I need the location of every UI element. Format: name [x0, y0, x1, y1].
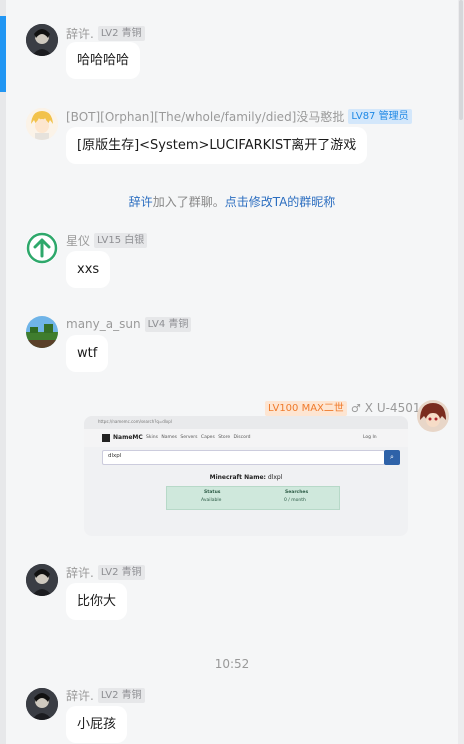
level-badge: LV2 青铜 — [97, 25, 145, 41]
avatar-user-cixu-image — [26, 564, 58, 596]
status-header: Status — [204, 490, 221, 495]
left-edge — [0, 0, 6, 744]
msg7-header: 辞许. LV2 青铜 — [66, 686, 145, 704]
level-badge: LV100 MAX二世 — [265, 400, 347, 416]
site-login: Log In — [363, 435, 377, 440]
message-bubble[interactable]: xxs — [66, 251, 111, 288]
avatar-xingyi-image — [26, 232, 58, 264]
username[interactable]: many_a_sun — [66, 317, 141, 331]
avatar-anime-red-image — [417, 400, 449, 432]
system-join-notice: 辞许加入了群聊。点击修改TA的群昵称 — [0, 193, 464, 210]
avatar-user-cixu-image — [26, 24, 58, 56]
namemc-logo-icon — [102, 434, 110, 442]
avatar-user-cixu[interactable] — [26, 564, 58, 596]
username[interactable]: 辞许. — [66, 25, 94, 42]
level-badge: LV2 青铜 — [97, 564, 145, 580]
result-label: Minecraft Name: — [209, 474, 266, 481]
avatar-user-cixu-image — [26, 688, 58, 720]
status-value: Available — [201, 498, 222, 503]
avatar-minecraft-landscape-image — [26, 316, 58, 348]
admin-badge: LV87 管理员 — [348, 108, 412, 124]
system-username[interactable]: 辞许 — [129, 195, 153, 209]
system-text: 加入了群聊。 — [152, 195, 225, 209]
msg4-header: many_a_sun LV4 青铜 — [66, 315, 192, 333]
edit-nickname-link[interactable]: 点击修改TA的群昵称 — [225, 195, 336, 209]
result-table: Status Searches Available 0 / month — [166, 486, 340, 510]
site-nav-items: Skins Names Servers Capes Store Discord — [146, 435, 251, 440]
level-badge: LV15 白银 — [94, 232, 148, 248]
site-search-box — [102, 450, 385, 465]
level-badge: LV4 青铜 — [144, 316, 192, 332]
up-arrow-circle-icon[interactable] — [26, 232, 58, 264]
result-value: dlxpl — [267, 474, 283, 481]
username[interactable]: 辞许. — [66, 564, 94, 581]
scrollbar-thumb[interactable] — [459, 0, 463, 120]
message-bubble[interactable]: [原版生存]<System>LUCIFARKIST离开了游戏 — [66, 127, 368, 164]
shared-screenshot-image[interactable]: https://namemc.com/search?q=dlxpl NameMC… — [84, 416, 408, 536]
username[interactable]: X U-4501 — [365, 401, 421, 415]
site-brand: NameMC — [113, 434, 143, 441]
avatar-xu[interactable] — [417, 400, 449, 432]
msg6-header: 辞许. LV2 青铜 — [66, 563, 145, 581]
searches-header: Searches — [285, 490, 309, 495]
message-bubble[interactable]: 小屁孩 — [66, 706, 128, 743]
male-icon: ♂ — [350, 401, 361, 415]
msg1-header: 辞许. LV2 青铜 — [66, 24, 145, 42]
chat-window: 辞许. LV2 青铜 哈哈哈哈 [BOT][Orphan][The/whole/… — [0, 0, 464, 744]
result-title: Minecraft Name: dlxpl — [84, 474, 408, 481]
msg3-header: 星仪 LV15 白银 — [66, 231, 148, 249]
msg2-header: [BOT][Orphan][The/whole/family/died]没马憨批… — [66, 107, 412, 125]
active-indicator — [0, 16, 6, 92]
timestamp: 10:52 — [214, 657, 250, 671]
avatar-bot[interactable] — [26, 108, 58, 140]
scrollbar[interactable] — [458, 0, 464, 744]
username[interactable]: 星仪 — [66, 232, 90, 249]
username[interactable]: 辞许. — [66, 687, 94, 704]
username[interactable]: [BOT][Orphan][The/whole/family/died]没马憨批 — [66, 108, 344, 125]
avatar-user-cixu[interactable] — [26, 24, 58, 56]
search-icon: ⌕ — [384, 450, 400, 465]
site-search-value: dlxpl — [108, 453, 122, 459]
msg5-header: LV100 MAX二世 ♂ X U-4501 — [265, 399, 420, 417]
message-bubble[interactable]: 比你大 — [66, 583, 128, 620]
message-bubble[interactable]: 哈哈哈哈 — [66, 42, 141, 79]
avatar-bot-image — [26, 108, 58, 140]
message-bubble[interactable]: wtf — [66, 335, 109, 372]
level-badge: LV2 青铜 — [97, 687, 145, 703]
avatar-many-a-sun[interactable] — [26, 316, 58, 348]
avatar-user-cixu[interactable] — [26, 688, 58, 720]
searches-value: 0 / month — [284, 498, 306, 503]
browser-url: https://namemc.com/search?q=dlxpl — [98, 419, 172, 424]
